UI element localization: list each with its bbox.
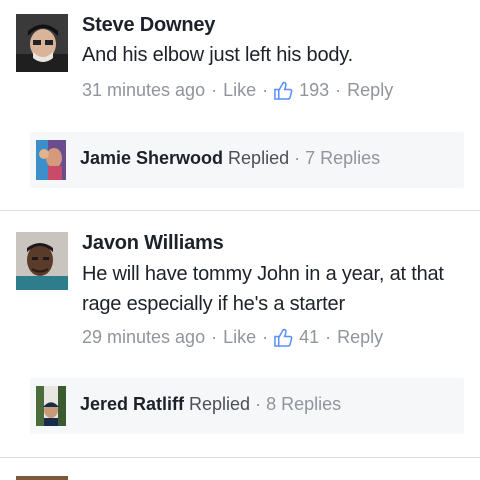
comment-meta: 31 minutes ago · Like · 193 · Reply <box>82 80 393 101</box>
thumbs-up-icon <box>274 328 293 347</box>
replies-count-link[interactable]: 7 Replies <box>305 148 380 169</box>
reply-author[interactable]: Jered Ratliff <box>80 394 184 415</box>
comment-text: And his elbow just left his body. <box>82 44 353 66</box>
reply-avatar <box>36 386 66 426</box>
reply-link[interactable]: Reply <box>347 80 393 101</box>
like-link[interactable]: Like <box>223 327 256 348</box>
comment-divider <box>0 457 480 458</box>
separator: · <box>294 148 301 168</box>
replied-label: Replied <box>228 148 290 168</box>
reply-summary-line: Jered Ratliff Replied · 8 Replies <box>80 394 341 415</box>
like-link[interactable]: Like <box>223 80 256 101</box>
like-count[interactable]: 41 <box>299 327 319 348</box>
avatar[interactable] <box>16 14 68 72</box>
thumbs-up-icon <box>274 81 293 100</box>
separator: · <box>255 394 262 414</box>
like-count[interactable]: 193 <box>299 80 329 101</box>
separator: · <box>211 80 218 100</box>
comment: Steve Downey And his elbow just left his… <box>0 0 480 210</box>
reply-link[interactable]: Reply <box>337 327 383 348</box>
separator: · <box>211 327 218 347</box>
separator: · <box>325 327 332 347</box>
comment-meta: 29 minutes ago · Like · 41 · Reply <box>82 327 383 348</box>
reply-summary-line: Jamie Sherwood Replied · 7 Replies <box>80 148 380 169</box>
replied-label: Replied <box>189 394 251 414</box>
comment-timestamp[interactable]: 29 minutes ago <box>82 327 205 348</box>
separator: · <box>262 327 269 347</box>
comment: Javon Williams He will have tommy John i… <box>0 211 480 457</box>
replies-summary[interactable]: Jered Ratliff Replied · 8 Replies <box>30 378 464 434</box>
separator: · <box>335 80 342 100</box>
reply-avatar <box>36 140 66 180</box>
comment-timestamp[interactable]: 31 minutes ago <box>82 80 205 101</box>
comment-author[interactable]: Javon Williams <box>82 232 224 255</box>
separator: · <box>262 80 269 100</box>
replies-summary[interactable]: Jamie Sherwood Replied · 7 Replies <box>30 132 464 188</box>
comment-author[interactable]: Steve Downey <box>82 14 215 37</box>
avatar-image <box>16 14 68 72</box>
avatar[interactable] <box>16 476 68 480</box>
avatar-image <box>16 232 68 290</box>
replies-count-link[interactable]: 8 Replies <box>266 394 341 415</box>
avatar[interactable] <box>16 232 68 290</box>
reply-author[interactable]: Jamie Sherwood <box>80 148 223 169</box>
comment-text: He will have tommy John in a year, at th… <box>82 263 444 315</box>
